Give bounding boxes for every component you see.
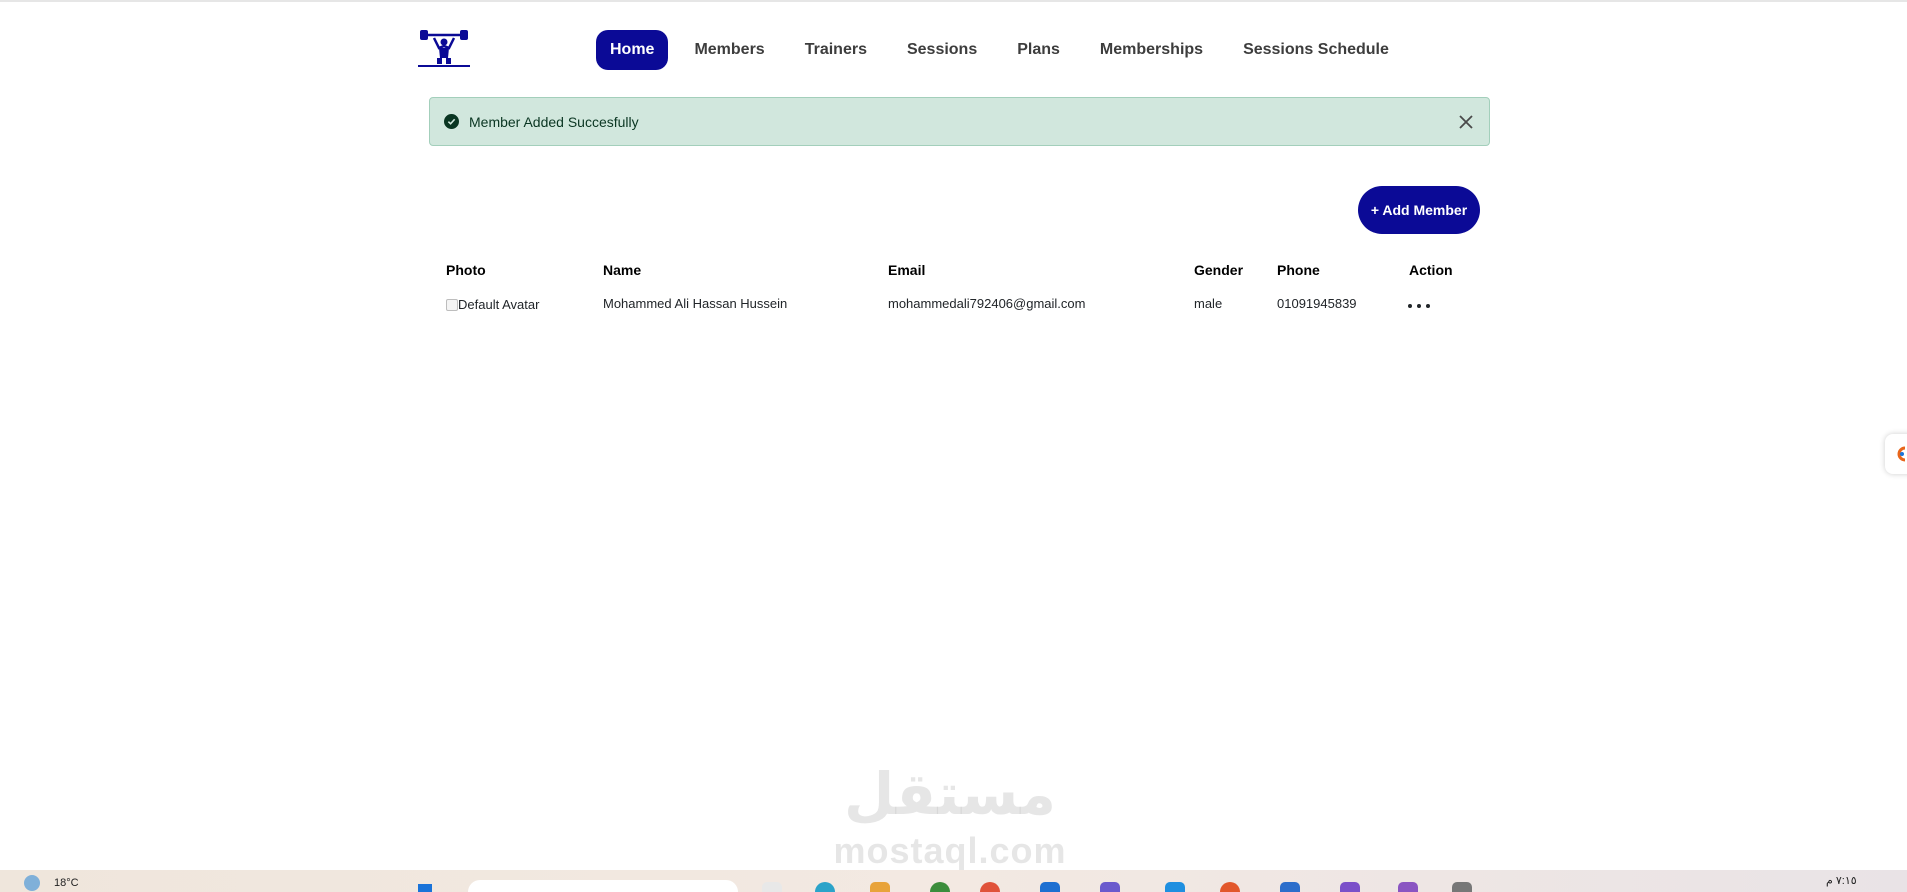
column-header-gender: Gender bbox=[1194, 262, 1244, 278]
nav-item-sessions[interactable]: Sessions bbox=[893, 30, 991, 70]
column-header-action: Action bbox=[1409, 262, 1453, 278]
main-nav: Home Members Trainers Sessions Plans Mem… bbox=[596, 30, 1415, 70]
app-icon-red[interactable] bbox=[980, 882, 1000, 892]
file-explorer-icon[interactable] bbox=[870, 882, 890, 892]
nav-item-sessions-schedule[interactable]: Sessions Schedule bbox=[1229, 30, 1403, 70]
side-chat-widget[interactable] bbox=[1885, 434, 1907, 474]
more-horizontal-icon[interactable] bbox=[1408, 301, 1430, 311]
member-email: mohammedali792406@gmail.com bbox=[888, 296, 1086, 311]
weather-temperature: 18°C bbox=[54, 877, 79, 889]
windows-start-icon[interactable] bbox=[418, 884, 432, 892]
power-fitness-logo[interactable] bbox=[418, 24, 470, 72]
nav-item-memberships[interactable]: Memberships bbox=[1086, 30, 1217, 70]
edge-icon[interactable] bbox=[815, 882, 835, 892]
window-top-border bbox=[0, 0, 1907, 2]
member-phone: 01091945839 bbox=[1277, 296, 1357, 311]
check-circle-icon bbox=[444, 114, 459, 129]
taskbar-search-box[interactable] bbox=[468, 880, 738, 892]
vscode-icon[interactable] bbox=[1165, 882, 1185, 892]
app-icon-violet[interactable] bbox=[1398, 882, 1418, 892]
member-gender: male bbox=[1194, 296, 1223, 311]
column-header-name: Name bbox=[603, 262, 642, 278]
chrome-icon[interactable] bbox=[930, 882, 950, 892]
app-icon-purple[interactable] bbox=[1100, 882, 1120, 892]
broken-image-icon bbox=[446, 298, 458, 311]
member-name: Mohammed Ali Hassan Hussein bbox=[603, 296, 788, 311]
add-member-button[interactable]: + Add Member bbox=[1358, 186, 1480, 234]
taskbar: 18°C ٧:١٥ م bbox=[0, 870, 1907, 892]
success-alert: Member Added Succesfully bbox=[429, 97, 1490, 146]
weather-icon bbox=[24, 875, 40, 891]
nav-item-home[interactable]: Home bbox=[596, 30, 669, 70]
task-view-icon[interactable] bbox=[762, 882, 782, 892]
alert-message: Member Added Succesfully bbox=[469, 113, 639, 130]
nav-item-members[interactable]: Members bbox=[680, 30, 778, 70]
app-icon-blue[interactable] bbox=[1040, 882, 1060, 892]
column-header-phone: Phone bbox=[1277, 262, 1320, 278]
taskbar-weather[interactable]: 18°C bbox=[24, 875, 79, 891]
close-icon[interactable] bbox=[1457, 113, 1475, 131]
app-icon-orange[interactable] bbox=[1220, 882, 1240, 892]
visual-studio-icon[interactable] bbox=[1340, 882, 1360, 892]
watermark-latin: mostaql.com bbox=[833, 830, 1067, 871]
avatar: Default Avatar bbox=[446, 297, 539, 312]
app-icon-db[interactable] bbox=[1280, 882, 1300, 892]
column-header-email: Email bbox=[888, 262, 926, 278]
avatar-alt-text: Default Avatar bbox=[458, 297, 540, 312]
nav-item-trainers[interactable]: Trainers bbox=[791, 30, 881, 70]
app-icon-gray[interactable] bbox=[1452, 882, 1472, 892]
watermark-arabic: مستقل bbox=[843, 760, 1057, 828]
column-header-photo: Photo bbox=[446, 262, 486, 278]
nav-item-plans[interactable]: Plans bbox=[1003, 30, 1074, 70]
taskbar-clock[interactable]: ٧:١٥ م bbox=[1826, 874, 1857, 887]
